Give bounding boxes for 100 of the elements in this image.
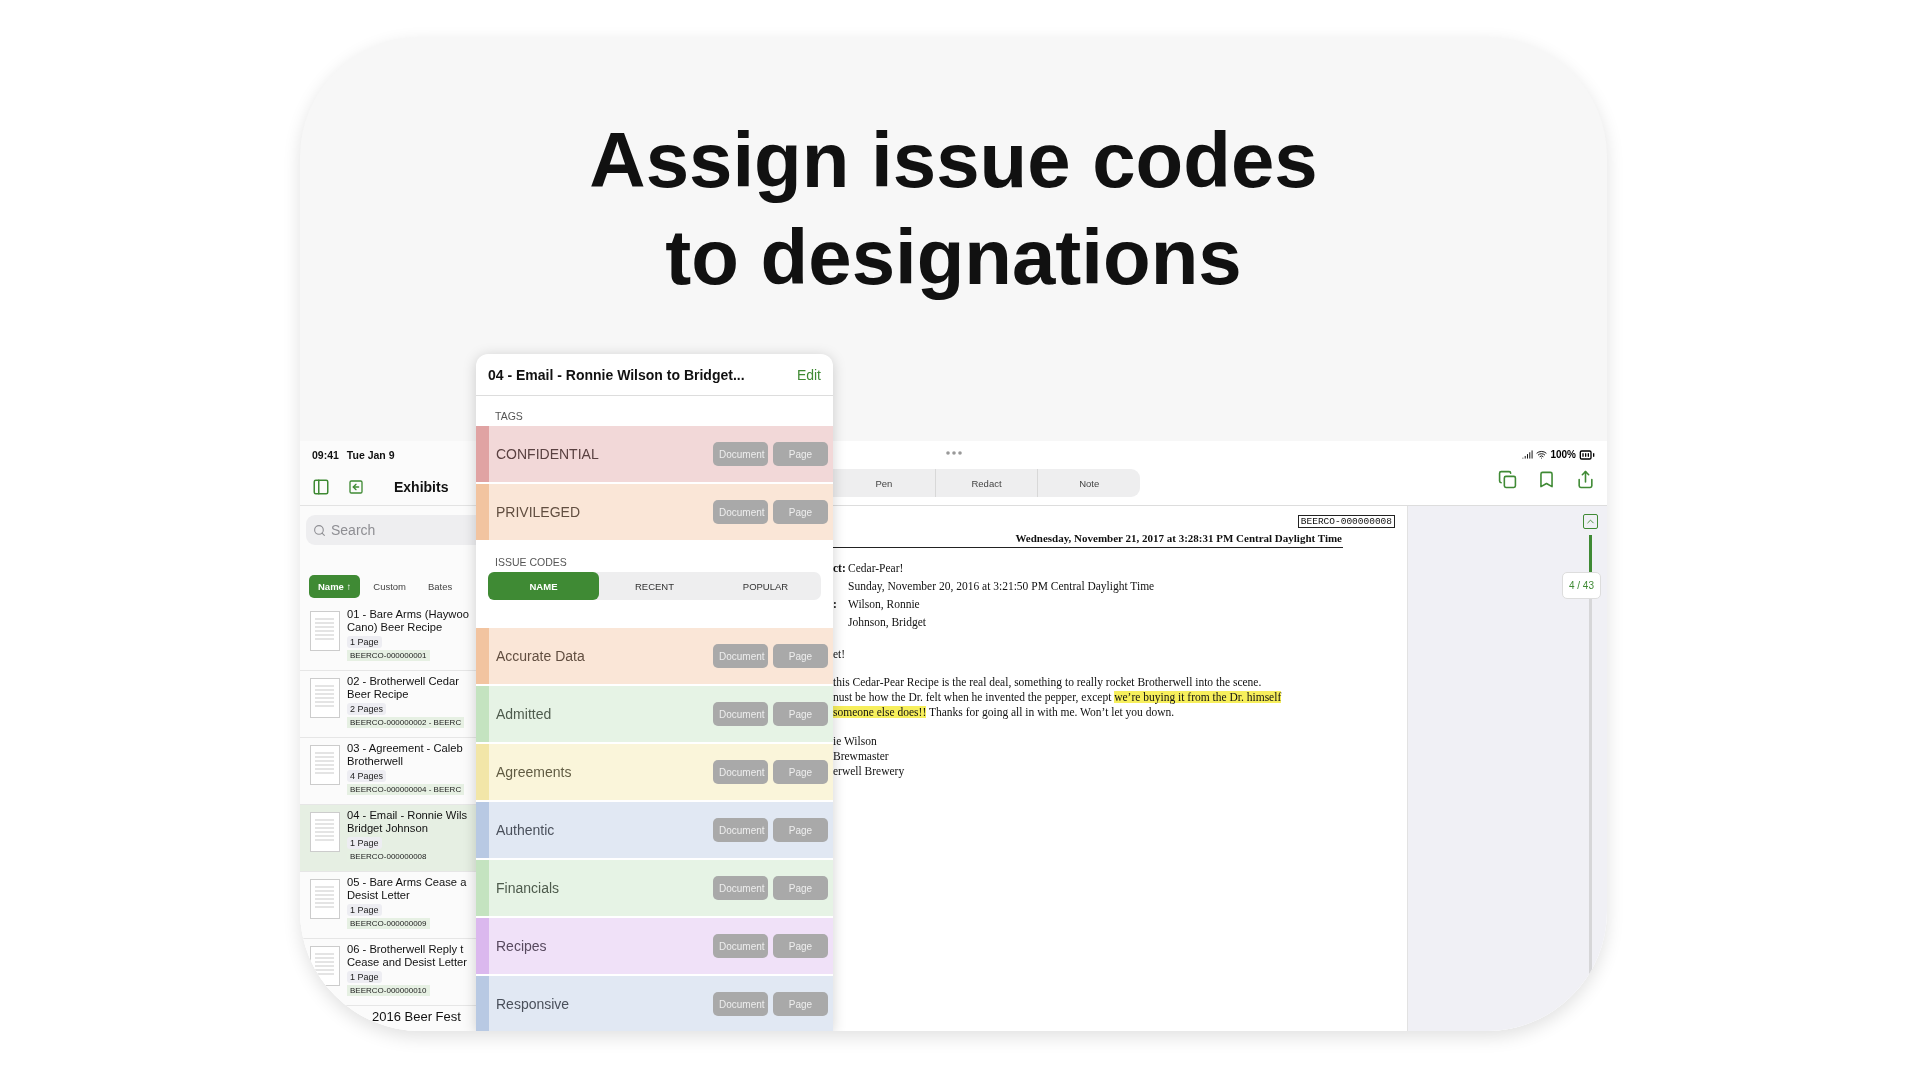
page-indicator: 4 / 43 — [1561, 572, 1601, 599]
body-line: this Cedar-Pear Recipe is the real deal, something to really rocket Brotherwell into the scene. — [833, 675, 1263, 690]
code-name: CONFIDENTIAL — [495, 446, 600, 462]
exhibit-title: 01 - Bare Arms (Haywoo — [347, 608, 469, 621]
exhibit-title: 04 - Email - Ronnie Wils — [347, 809, 467, 822]
exhibit-title: Brotherwell — [347, 755, 403, 768]
headline: to designations — [665, 212, 1242, 303]
page-button[interactable]: Page — [773, 934, 828, 958]
exhibit-item[interactable]: 06 - Brotherwell Reply t Cease and Desist Letter 1 Page BEERCO-000000010 — [300, 939, 476, 1006]
tool-tab[interactable]: Note — [1038, 469, 1140, 497]
page-button[interactable]: Page — [773, 644, 828, 668]
sort-tab[interactable]: POPULAR — [710, 572, 821, 600]
document-button[interactable]: Document — [713, 876, 768, 900]
document-thumbnail — [310, 879, 340, 919]
document-thumbnail — [310, 812, 340, 852]
page-button[interactable]: Page — [773, 760, 828, 784]
field-value: Wilson, Ronnie — [848, 598, 920, 612]
code-name: Recipes — [495, 938, 548, 954]
exhibit-item[interactable]: 05 - Bare Arms Cease a Desist Letter 1 Page BEERCO-000000009 — [300, 872, 476, 939]
sort-tab[interactable]: Custom — [364, 575, 415, 598]
exhibit-title: 06 - Brotherwell Reply t — [347, 943, 464, 956]
edit-link[interactable]: Edit — [796, 366, 821, 383]
page-button[interactable]: Page — [773, 818, 828, 842]
page-button[interactable]: Page — [773, 992, 828, 1016]
exhibit-title: Beer Recipe — [347, 688, 409, 701]
scroll-up-button[interactable] — [1583, 514, 1598, 529]
wifi-icon — [1536, 449, 1548, 460]
section-label: TAGS — [494, 409, 524, 424]
code-name: Admitted — [495, 706, 553, 722]
documents-icon[interactable] — [1498, 470, 1517, 489]
bates-number: BEERCO-000000001 — [347, 650, 430, 661]
status-date: Tue Jan 9 — [346, 448, 395, 461]
document-thumbnail — [310, 611, 340, 651]
exhibit-title: Cease and Desist Letter — [347, 956, 468, 969]
code-name: Agreements — [495, 764, 573, 780]
page-count: 1 Page — [347, 971, 382, 983]
body-line: someone else does!! Thanks for going all in with me. Won’t let you down. — [833, 705, 1176, 720]
exhibit-item[interactable]: 04 - Email - Ronnie Wils Bridget Johnson 1 Page BEERCO-000000008 — [300, 805, 476, 872]
exhibit-title: Cano) Beer Recipe — [347, 621, 443, 634]
field-value: Sunday, November 20, 2016 at 3:21:50 PM Central Daylight Time — [848, 580, 1155, 595]
page-button[interactable]: Page — [773, 442, 828, 466]
bookmark-icon[interactable] — [1537, 470, 1556, 489]
back-icon[interactable] — [348, 478, 364, 495]
email-date-header: Wednesday, November 21, 2017 at 3:28:31 PM Central Daylight Time — [1015, 532, 1342, 544]
exhibit-title: Bridget Johnson — [347, 822, 428, 835]
page-count: 1 Page — [347, 904, 382, 916]
bates-number: BEERCO-000000002 - BEERC — [347, 717, 465, 728]
exhibit-title: Desist Letter — [347, 889, 410, 902]
exhibit-item[interactable]: 03 - Agreement - Caleb Brotherwell 4 Pages BEERCO-000000004 - BEERC — [300, 738, 476, 805]
bates-number: BEERCO-000000008 — [347, 851, 430, 862]
status-time: 09:41 — [312, 448, 339, 461]
document-thumbnail — [310, 946, 340, 986]
bates-number: BEERCO-000000010 — [347, 985, 430, 996]
sidebar-title: Exhibits — [394, 478, 449, 495]
code-name: Authentic — [495, 822, 556, 838]
page-button[interactable]: Page — [773, 876, 828, 900]
battery-percent: 100% — [1550, 449, 1576, 460]
document-button[interactable]: Document — [713, 702, 768, 726]
sort-tab[interactable]: NAME — [488, 572, 599, 600]
field-value: Johnson, Bridget — [848, 616, 926, 631]
code-name: Responsive — [495, 996, 571, 1012]
sort-tab[interactable]: RECENT — [599, 572, 710, 600]
bates-number: BEERCO-000000009 — [347, 918, 430, 929]
share-icon[interactable] — [1576, 470, 1595, 489]
signature-line: ie Wilson — [833, 734, 878, 749]
search-input[interactable]: Search — [331, 522, 476, 538]
section-label: ISSUE CODES — [494, 555, 568, 570]
tool-tab[interactable]: Redact — [935, 469, 1039, 497]
sort-tab[interactable]: Bates — [419, 575, 462, 598]
exhibit-item[interactable]: 02 - Brotherwell Cedar Beer Recipe 2 Pages BEERCO-000000002 - BEERC — [300, 671, 476, 738]
document-button[interactable]: Document — [713, 644, 768, 668]
exhibit-item[interactable]: 01 - Bare Arms (Haywoo Cano) Beer Recipe 1 Page BEERCO-000000001 — [300, 604, 476, 671]
bates-stamp: BEERCO-000000008 — [1297, 515, 1395, 528]
field-label: : — [833, 598, 838, 612]
document-button[interactable]: Document — [713, 442, 768, 466]
signature-line: Brewmaster — [833, 749, 890, 764]
exhibit-title: 03 - Agreement - Caleb — [347, 742, 463, 755]
code-name: PRIVILEGED — [495, 504, 582, 520]
page-button[interactable]: Page — [773, 500, 828, 524]
search-field[interactable]: Search — [306, 515, 476, 545]
headline: Assign issue codes — [589, 115, 1318, 206]
document-button[interactable]: Document — [713, 500, 768, 524]
document-thumbnail — [310, 678, 340, 718]
bates-number: BEERCO-000000004 - BEERC — [347, 784, 465, 795]
page-button[interactable]: Page — [773, 702, 828, 726]
document-button[interactable]: Document — [713, 934, 768, 958]
greeting-text: et! — [833, 648, 847, 660]
document-button[interactable]: Document — [713, 818, 768, 842]
page-count: 1 Page — [347, 837, 382, 849]
document-button[interactable]: Document — [713, 992, 768, 1016]
page-count: 2 Pages — [347, 703, 387, 715]
code-name: Financials — [495, 880, 561, 896]
exhibit-title: 2016 Beer Fest — [372, 1010, 461, 1023]
field-value: Cedar-Pear! — [848, 562, 904, 576]
document-button[interactable]: Document — [713, 760, 768, 784]
sidebar-icon[interactable] — [312, 477, 330, 496]
sort-tab[interactable]: Name ↑ — [309, 575, 361, 598]
page-count: 1 Page — [347, 636, 382, 648]
document-thumbnail — [310, 745, 340, 785]
handle-dots-icon[interactable] — [946, 451, 962, 455]
